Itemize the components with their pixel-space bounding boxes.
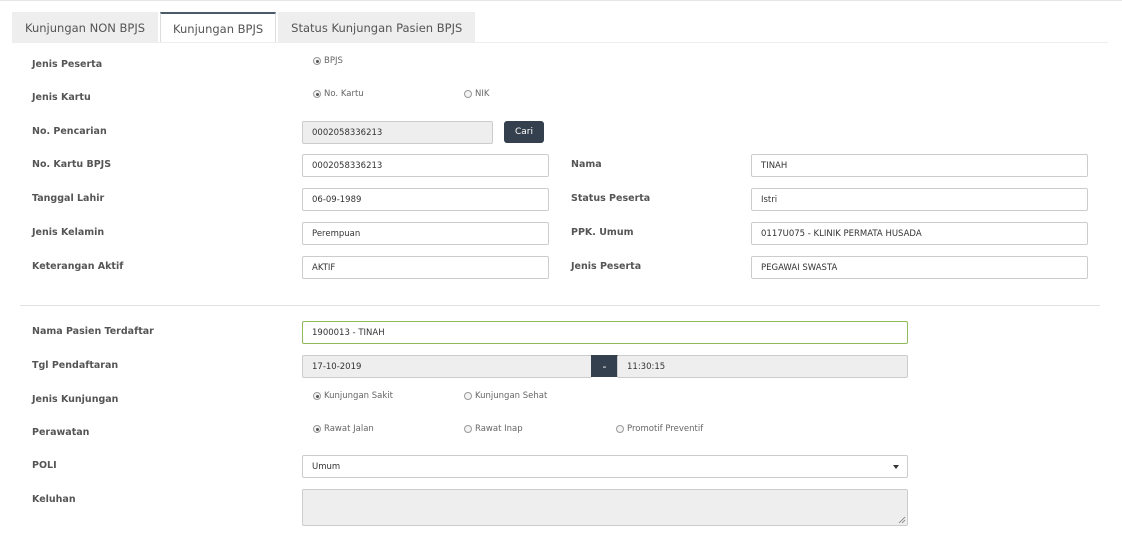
tgl-pendaftaran-time-field[interactable]: 11:30:15 — [617, 355, 908, 378]
radio-nik[interactable]: NIK — [464, 89, 489, 99]
status-peserta-label: Status Peserta — [571, 193, 651, 204]
resize-grip-icon[interactable] — [898, 516, 906, 524]
tanggal-lahir-field[interactable]: 06-09-1989 — [302, 188, 549, 211]
radio-dot-empty-icon — [464, 392, 472, 400]
keluhan-textarea[interactable] — [302, 489, 908, 526]
date-time-separator: - — [591, 355, 618, 377]
radio-dot-empty-icon — [464, 90, 472, 98]
tab-bar: Kunjungan NON BPJS Kunjungan BPJS Status… — [12, 12, 477, 43]
radio-rawat-inap[interactable]: Rawat Inap — [464, 424, 523, 434]
jenis-peserta-label: Jenis Peserta — [32, 59, 103, 70]
radio-bpjs-label: BPJS — [324, 56, 343, 66]
tgl-pendaftaran-date-field[interactable]: 17-10-2019 — [302, 355, 592, 378]
no-kartu-bpjs-field[interactable]: 0002058336213 — [302, 154, 549, 177]
tanggal-lahir-label: Tanggal Lahir — [32, 193, 105, 204]
ppk-umum-field[interactable]: 0117U075 - KLINIK PERMATA HUSADA — [751, 222, 1088, 245]
nama-pasien-terdaftar-input[interactable]: 1900013 - TINAH — [302, 321, 908, 344]
radio-kunjungan-sehat-label: Kunjungan Sehat — [475, 391, 548, 401]
radio-nik-label: NIK — [475, 89, 490, 99]
ppk-umum-label: PPK. Umum — [571, 227, 634, 238]
jenis-peserta-detail-field[interactable]: PEGAWAI SWASTA — [751, 256, 1088, 279]
radio-kunjungan-sakit[interactable]: Kunjungan Sakit — [313, 391, 393, 401]
radio-rawat-inap-label: Rawat Inap — [475, 424, 523, 434]
jenis-kelamin-field[interactable]: Perempuan — [302, 222, 549, 245]
nama-field[interactable]: TINAH — [751, 154, 1088, 177]
jenis-kelamin-label: Jenis Kelamin — [32, 227, 105, 238]
jenis-kartu-label: Jenis Kartu — [32, 92, 91, 103]
status-peserta-field[interactable]: Istri — [751, 188, 1088, 211]
section-divider — [20, 305, 1100, 306]
poli-select[interactable]: Umum — [302, 455, 908, 478]
nama-pasien-terdaftar-label: Nama Pasien Terdaftar — [32, 326, 154, 337]
radio-dot-checked-icon — [313, 392, 321, 400]
perawatan-label: Perawatan — [32, 427, 90, 438]
nama-label: Nama — [571, 159, 602, 170]
keterangan-aktif-field[interactable]: AKTIF — [302, 256, 549, 279]
radio-kunjungan-sehat[interactable]: Kunjungan Sehat — [464, 391, 547, 401]
tab-kunjungan-non-bpjs[interactable]: Kunjungan NON BPJS — [12, 12, 159, 43]
poli-selected-value: Umum — [312, 461, 341, 472]
radio-no-kartu-label: No. Kartu — [324, 89, 364, 99]
jenis-kunjungan-label: Jenis Kunjungan — [32, 394, 119, 405]
radio-rawat-jalan[interactable]: Rawat Jalan — [313, 424, 374, 434]
tab-kunjungan-bpjs[interactable]: Kunjungan BPJS — [160, 12, 277, 43]
keterangan-aktif-label: Keterangan Aktif — [32, 261, 124, 272]
keluhan-label: Keluhan — [32, 494, 76, 505]
radio-rawat-jalan-label: Rawat Jalan — [324, 424, 374, 434]
tab-divider — [12, 42, 1108, 43]
no-pencarian-label: No. Pencarian — [32, 126, 107, 137]
radio-promotif-preventif[interactable]: Promotif Preventif — [616, 424, 703, 434]
radio-bpjs[interactable]: BPJS — [313, 56, 343, 66]
jenis-peserta-detail-label: Jenis Peserta — [571, 261, 642, 272]
radio-dot-checked-icon — [313, 90, 321, 98]
poli-label: POLI — [32, 460, 57, 471]
radio-no-kartu[interactable]: No. Kartu — [313, 89, 364, 99]
cari-button[interactable]: Cari — [504, 121, 544, 143]
caret-down-icon — [893, 465, 899, 469]
tgl-pendaftaran-label: Tgl Pendaftaran — [32, 360, 119, 371]
no-pencarian-input[interactable]: 0002058336213 — [302, 121, 493, 144]
radio-dot-checked-icon — [313, 57, 321, 65]
top-border — [0, 0, 1122, 1]
radio-dot-empty-icon — [616, 425, 624, 433]
radio-dot-checked-icon — [313, 425, 321, 433]
no-kartu-bpjs-label: No. Kartu BPJS — [32, 159, 112, 170]
radio-kunjungan-sakit-label: Kunjungan Sakit — [324, 391, 393, 401]
radio-dot-empty-icon — [464, 425, 472, 433]
tab-status-kunjungan-pasien-bpjs[interactable]: Status Kunjungan Pasien BPJS — [278, 12, 476, 43]
radio-promotif-preventif-label: Promotif Preventif — [627, 424, 704, 434]
